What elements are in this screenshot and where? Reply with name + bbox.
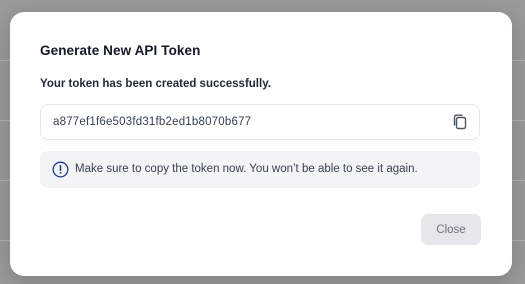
notice-text: Make sure to copy the token now. You won… — [75, 163, 418, 175]
success-message: Your token has been created successfully… — [40, 78, 271, 90]
copy-icon[interactable] — [451, 113, 469, 131]
dialog-title: Generate New API Token — [40, 43, 201, 58]
copy-warning-notice: Make sure to copy the token now. You won… — [40, 151, 480, 188]
api-token-dialog: Generate New API Token Your token has be… — [10, 12, 512, 276]
token-value[interactable]: a877ef1f6e503fd31fb2ed1b8070b677 — [53, 116, 251, 128]
info-circle-icon — [52, 161, 69, 178]
close-button[interactable]: Close — [421, 214, 481, 245]
token-display-field[interactable]: a877ef1f6e503fd31fb2ed1b8070b677 — [40, 104, 480, 140]
